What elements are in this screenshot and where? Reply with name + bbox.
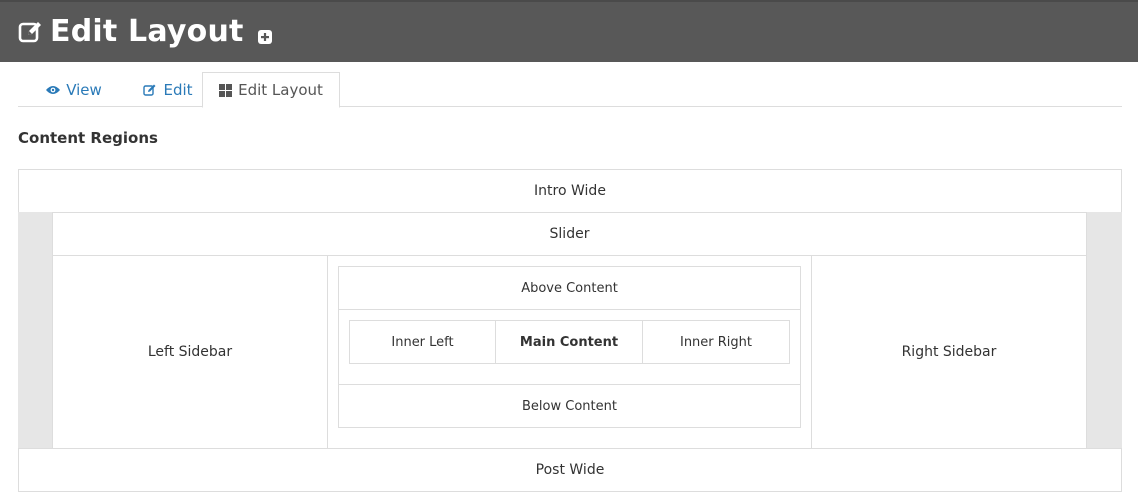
region-label: Inner Left [391, 334, 454, 350]
tab-view[interactable]: View [28, 72, 120, 107]
region-label: Above Content [521, 280, 618, 296]
page-title: Edit Layout [50, 14, 244, 49]
region-right-sidebar[interactable]: Right Sidebar [811, 255, 1087, 449]
plus-square-icon[interactable] [257, 29, 272, 44]
region-label: Post Wide [535, 462, 605, 478]
tab-edit-label: Edit [163, 80, 193, 99]
region-label: Left Sidebar [147, 344, 233, 360]
edit-icon [18, 19, 44, 45]
region-below-content[interactable]: Below Content [338, 384, 801, 428]
region-label: Main Content [519, 334, 619, 350]
region-inner-left[interactable]: Inner Left [349, 320, 496, 364]
region-left-sidebar[interactable]: Left Sidebar [52, 255, 328, 449]
region-label: Below Content [522, 398, 617, 414]
eye-icon [46, 85, 61, 94]
tab-view-label: View [66, 80, 102, 99]
page-header: Edit Layout [0, 0, 1138, 62]
tab-edit-layout[interactable]: Edit Layout [202, 72, 340, 108]
right-gutter [1086, 212, 1122, 449]
region-label: Intro Wide [534, 183, 606, 199]
region-slider[interactable]: Slider [52, 212, 1087, 256]
tab-bar: View Edit Edit Layout [18, 72, 1122, 108]
tab-edit[interactable]: Edit [123, 72, 213, 107]
region-post-wide[interactable]: Post Wide [18, 448, 1122, 492]
region-main-content[interactable]: Main Content [495, 320, 643, 364]
region-above-content[interactable]: Above Content [338, 266, 801, 310]
edit-icon [143, 84, 156, 96]
left-gutter [18, 212, 53, 449]
tab-edit-layout-label: Edit Layout [238, 81, 323, 99]
region-inner-right[interactable]: Inner Right [642, 320, 790, 364]
region-intro-wide[interactable]: Intro Wide [18, 169, 1122, 213]
section-title: Content Regions [18, 129, 158, 147]
region-label: Inner Right [679, 334, 753, 350]
region-label: Right Sidebar [901, 344, 997, 360]
region-label: Slider [549, 226, 590, 242]
grid-icon [219, 83, 233, 97]
